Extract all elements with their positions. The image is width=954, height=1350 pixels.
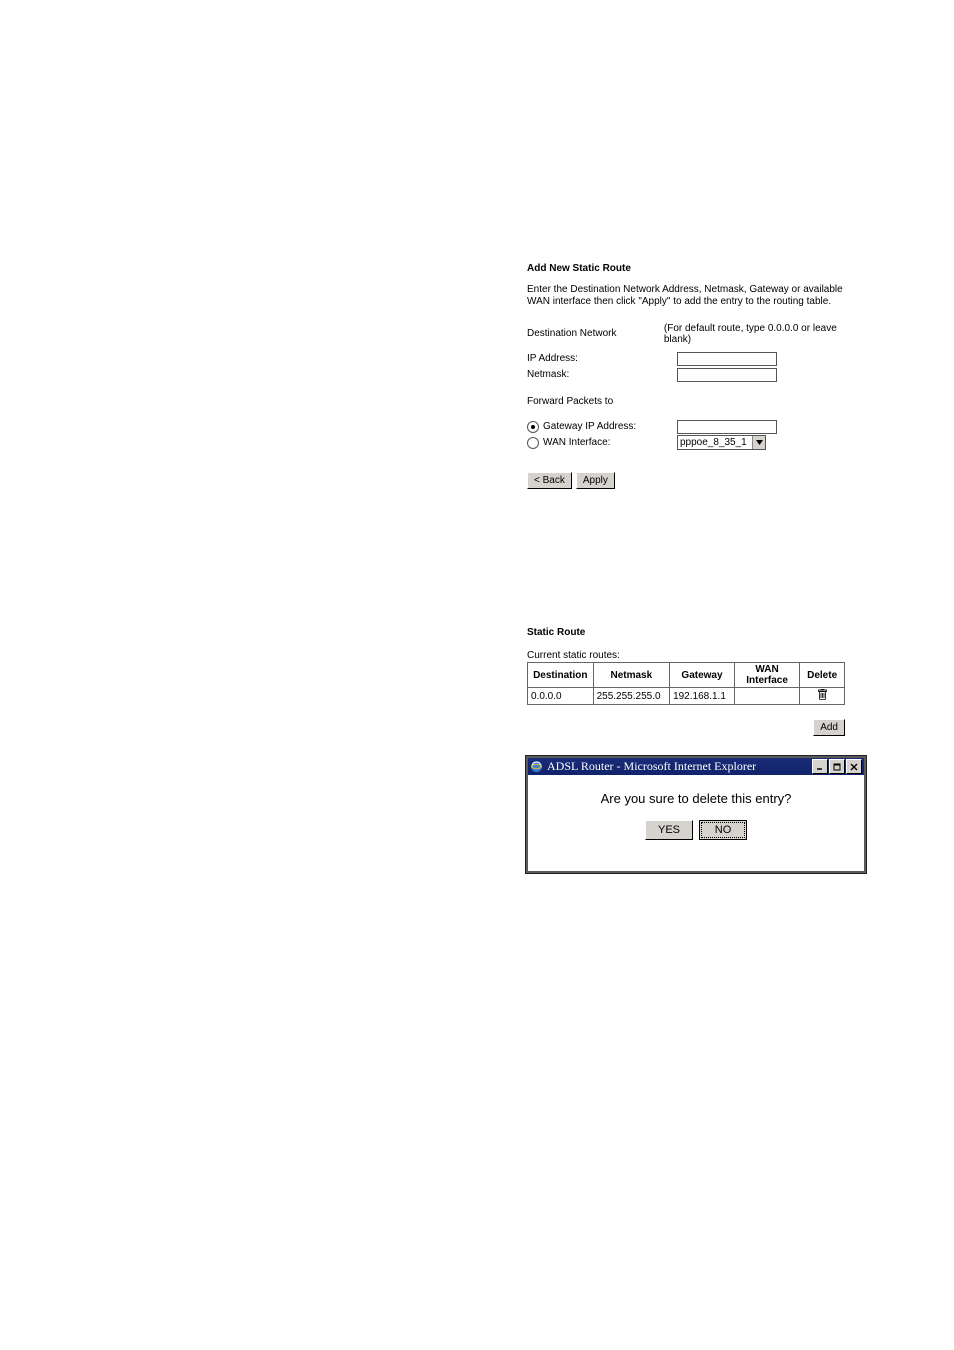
col-wan-interface: WAN Interface (734, 663, 799, 688)
cell-gateway: 192.168.1.1 (670, 688, 735, 705)
dialog-titlebar: ADSL Router - Microsoft Internet Explore… (528, 758, 864, 775)
wan-interface-select[interactable]: pppoe_8_35_1 (677, 435, 766, 450)
gateway-ip-radio[interactable] (527, 421, 539, 433)
destination-network-label: Destination Network (527, 328, 664, 339)
dialog-title: ADSL Router - Microsoft Internet Explore… (547, 759, 811, 774)
netmask-label: Netmask: (527, 369, 677, 380)
dialog-message: Are you sure to delete this entry? (528, 791, 864, 806)
trash-icon[interactable] (818, 689, 827, 700)
gateway-ip-input[interactable] (677, 420, 777, 434)
minimize-button[interactable] (812, 759, 828, 774)
ip-address-label: IP Address: (527, 353, 677, 364)
yes-button[interactable]: YES (645, 820, 693, 840)
cell-destination: 0.0.0.0 (528, 688, 594, 705)
gateway-ip-radio-label: Gateway IP Address: (543, 421, 636, 432)
col-netmask: Netmask (593, 663, 669, 688)
add-button[interactable]: Add (813, 719, 845, 736)
chevron-down-icon (752, 436, 765, 449)
confirm-delete-dialog: ADSL Router - Microsoft Internet Explore… (526, 756, 866, 873)
col-gateway: Gateway (670, 663, 735, 688)
col-destination: Destination (528, 663, 594, 688)
panel-heading: Add New Static Route (527, 263, 849, 274)
cell-wan (734, 688, 799, 705)
wan-interface-radio-label: WAN Interface: (543, 437, 610, 448)
cell-netmask: 255.255.255.0 (593, 688, 669, 705)
forward-packets-label: Forward Packets to (527, 396, 613, 407)
table-row: 0.0.0.0 255.255.255.0 192.168.1.1 (528, 688, 845, 705)
ip-address-input[interactable] (677, 352, 777, 366)
table-header-row: Destination Netmask Gateway WAN Interfac… (528, 663, 845, 688)
static-route-heading: Static Route (527, 627, 849, 638)
back-button[interactable]: < Back (527, 472, 572, 489)
add-static-route-panel: Add New Static Route Enter the Destinati… (527, 263, 849, 489)
static-route-panel: Static Route Current static routes: Dest… (527, 627, 849, 736)
col-delete: Delete (800, 663, 845, 688)
wan-interface-radio[interactable] (527, 437, 539, 449)
static-route-caption: Current static routes: (527, 650, 849, 661)
wan-interface-select-value: pppoe_8_35_1 (678, 437, 752, 448)
no-button[interactable]: NO (699, 820, 747, 840)
static-route-table: Destination Netmask Gateway WAN Interfac… (527, 662, 845, 705)
close-button[interactable] (846, 759, 862, 774)
destination-network-hint: (For default route, type 0.0.0.0 or leav… (664, 323, 849, 345)
cell-delete (800, 688, 845, 705)
netmask-input[interactable] (677, 368, 777, 382)
maximize-button[interactable] (829, 759, 845, 774)
panel-intro-text: Enter the Destination Network Address, N… (527, 284, 849, 308)
apply-button[interactable]: Apply (576, 472, 615, 489)
ie-icon (530, 760, 543, 773)
